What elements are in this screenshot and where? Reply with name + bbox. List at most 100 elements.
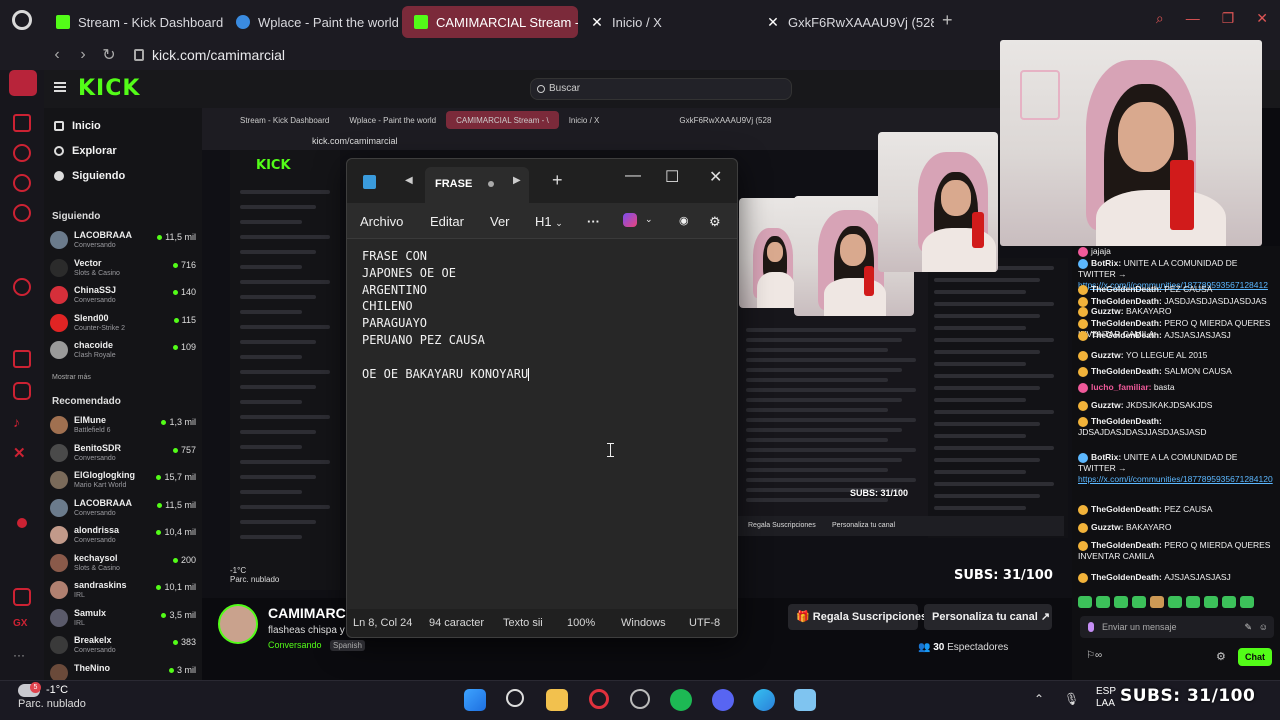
chat-username[interactable]: BotRix: [1091,452,1124,462]
twitch-icon[interactable] [13,350,31,368]
chevron-down-icon[interactable]: ⌄ [645,214,653,225]
account-icon[interactable]: ◉ [679,214,689,227]
aria-ai-icon[interactable] [13,144,31,162]
opera-logo-icon[interactable] [0,0,44,40]
emote-icon[interactable] [1222,596,1236,608]
tiktok-icon[interactable]: ♪ [13,414,31,432]
tab-scroll-left-icon[interactable]: ◀ [405,175,413,186]
stream-language-tag[interactable]: Spanish [330,640,365,651]
more-options-icon[interactable]: ··· [587,214,600,229]
chat-username[interactable]: TheGoldenDeath: [1091,416,1162,426]
status-line-ending[interactable]: Windows [621,617,666,629]
recommended-channel[interactable]: ElGloglogking Mario Kart World 15,7 mil [50,468,196,494]
recording-dot-icon[interactable] [17,518,27,528]
show-more-link[interactable]: Mostrar más [52,374,91,381]
minimize-icon[interactable]: — [625,167,641,185]
stream-category[interactable]: Conversando [268,640,322,650]
nav-home[interactable]: Inicio [54,120,101,132]
emote-icon[interactable] [1150,596,1164,608]
recommended-channel[interactable]: kechaysol Slots & Casino 200 [50,551,196,577]
browser-tab-wplace[interactable]: Wplace - Paint the world [224,6,402,38]
following-channel[interactable]: Slend00 Counter-Strike 2 115 [50,311,196,337]
chat-link[interactable]: https://x.com/i/communities/187789593567… [1078,474,1273,484]
new-tab-plus-icon[interactable]: + [552,170,563,191]
weather-temperature[interactable]: -1°C [46,684,68,696]
browser-tab-x-home[interactable]: ✕ Inicio / X [578,6,754,38]
emote-picker-icon[interactable]: ✎ [1244,616,1252,638]
recommended-channel[interactable]: LACOBRAAA Conversando 11,5 mil [50,496,196,522]
recommended-channel[interactable]: Breakelx Conversando 383 [50,633,196,659]
chat-input[interactable]: Enviar un mensaje ✎ ☺ [1080,616,1274,638]
gift-subs-button[interactable]: 🎁 Regala Suscripciones [788,604,927,630]
gx-corner-icon[interactable] [13,588,31,606]
x-icon[interactable]: ✕ [13,444,31,462]
customize-channel-button[interactable]: Personaliza tu canal ↗ [924,604,1052,630]
crypto-wallet-icon[interactable] [13,204,31,222]
chat-username[interactable]: TheGoldenDeath: [1091,330,1164,340]
edge-icon[interactable] [753,689,775,711]
status-encoding[interactable]: UTF-8 [689,617,720,629]
emote-icon[interactable] [1078,596,1092,608]
obs-icon[interactable] [630,689,650,709]
nav-following[interactable]: Siguiendo [54,170,125,182]
notepad-window[interactable]: ◀ FRASE ▶ + — ☐ ✕ Archivo Editar Ver H1 … [346,158,738,638]
browser-tab-kick-dashboard[interactable]: Stream - Kick Dashboard [44,6,224,38]
emote-icon[interactable] [1204,596,1218,608]
recommended-channel[interactable]: alondrissa Conversando 10,4 mil [50,523,196,549]
microphone-icon[interactable]: 🎙 [1064,692,1079,706]
menu-view[interactable]: Ver [490,214,510,229]
tray-chevron-up-icon[interactable]: ⌃ [1034,692,1044,706]
status-format[interactable]: Texto sii [503,617,547,629]
search-icon[interactable] [506,689,524,707]
copilot-icon[interactable] [623,213,637,227]
emote-icon[interactable] [1132,596,1146,608]
emote-icon[interactable] [1186,596,1200,608]
emote-icon[interactable] [1114,596,1128,608]
settings-gear-icon[interactable]: ⚙ [709,214,721,230]
menu-hamburger-icon[interactable] [54,82,66,92]
more-options-icon[interactable]: ··· [13,648,31,666]
emote-icon[interactable] [1168,596,1182,608]
recommended-channel[interactable]: ElMune Battlefield 6 1,3 mil [50,413,196,439]
gx-logo-icon[interactable]: GX [13,618,31,636]
recommended-channel[interactable]: sandraskins IRL 10,1 mil [50,578,196,604]
instagram-icon[interactable] [13,382,31,400]
status-zoom[interactable]: 100% [567,617,595,629]
chat-username[interactable]: TheGoldenDeath: [1091,284,1164,294]
notepad-text-area[interactable]: FRASE CON JAPONES OE OE ARGENTINO CHILENO PA… [347,239,737,611]
kick-logo[interactable]: KICK [78,76,140,101]
chat-username[interactable]: Guzztw: [1091,350,1126,360]
windows-start-icon[interactable] [464,689,486,711]
chat-username[interactable]: TheGoldenDeath: [1091,366,1164,376]
menu-edit[interactable]: Editar [430,214,464,229]
streamer-avatar[interactable] [218,604,258,644]
close-icon[interactable]: ✕ [1256,10,1268,27]
chat-username[interactable]: TheGoldenDeath: [1091,504,1164,514]
heading-dropdown[interactable]: H1 ⌄ [535,214,563,229]
minimize-icon[interactable]: — [1186,10,1200,27]
spotify-icon[interactable] [670,689,692,711]
browser-tab-camimarcial[interactable]: CAMIMARCIAL Stream - \ [402,6,578,38]
chat-username[interactable]: TheGoldenDeath: [1091,572,1164,582]
home-icon[interactable] [9,70,37,96]
chat-username[interactable]: Guzztw: [1091,400,1126,410]
url-field[interactable]: kick.com/camimarcial [152,47,285,63]
chat-settings-icon[interactable]: ⚙ [1216,650,1226,663]
back-arrow-icon[interactable]: ‹ [44,46,70,64]
notepad-taskbar-icon[interactable] [794,689,816,711]
following-channel[interactable]: chacoide Clash Royale 109 [50,338,196,364]
new-tab-plus-icon[interactable]: + [942,10,953,31]
search-input[interactable]: Buscar [530,78,792,100]
close-icon[interactable]: ✕ [709,167,722,187]
maximize-icon[interactable]: ❐ [1222,10,1235,27]
emote-icon[interactable] [1240,596,1254,608]
messenger-icon[interactable] [13,114,31,132]
chat-username[interactable]: TheGoldenDeath: [1091,318,1164,328]
recommended-channel[interactable]: Samulx IRL 3,5 mil [50,606,196,632]
nav-explore[interactable]: Explorar [54,145,117,157]
chat-username[interactable]: Guzztw: [1091,306,1126,316]
chat-username[interactable]: TheGoldenDeath: [1091,296,1164,306]
forward-arrow-icon[interactable]: › [70,46,96,64]
chat-username[interactable]: BotRix: [1091,258,1124,268]
menu-file[interactable]: Archivo [360,214,403,229]
